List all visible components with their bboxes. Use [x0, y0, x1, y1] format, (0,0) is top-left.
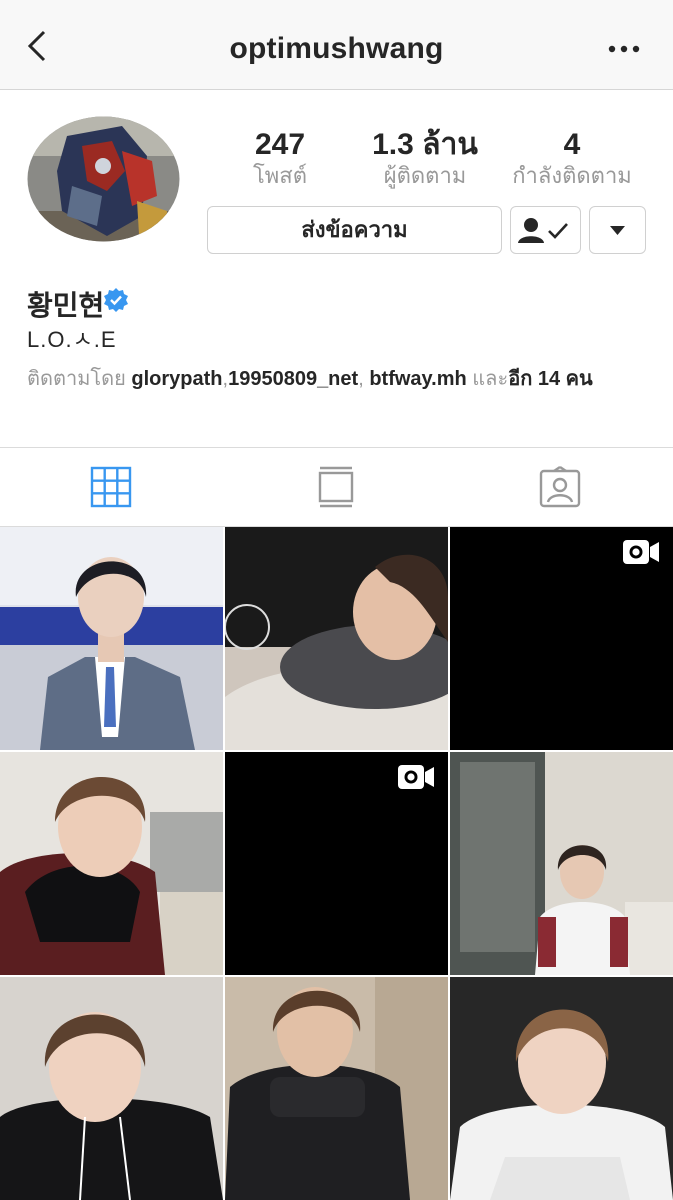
followers-label: ผู้ติดตาม: [383, 163, 467, 188]
video-icon: [398, 765, 434, 789]
post-thumbnail[interactable]: [225, 527, 448, 750]
followed-by-more-link[interactable]: อีก 14 คน: [508, 368, 593, 390]
grid-icon[interactable]: [89, 465, 133, 509]
suggested-dropdown-button[interactable]: [589, 206, 646, 254]
post-thumbnail[interactable]: [450, 977, 673, 1200]
feed-icon[interactable]: [314, 465, 358, 509]
separator: ,: [358, 368, 370, 390]
posts-stat: 247 โพสต์: [232, 128, 328, 190]
profile-tabs: [0, 447, 673, 527]
posts-count: 247: [254, 128, 306, 161]
post-thumbnail[interactable]: [0, 527, 223, 750]
post-thumbnail[interactable]: [0, 977, 223, 1200]
post-thumbnail[interactable]: [225, 977, 448, 1200]
following-count: 4: [563, 128, 581, 161]
post-thumbnail-video[interactable]: [450, 527, 673, 750]
avatar[interactable]: [27, 116, 180, 242]
following-label: กำลังติดตาม: [512, 163, 632, 188]
follower-link-btfway-mh[interactable]: btfway.mh: [369, 368, 466, 390]
followers-stat[interactable]: 1.3 ล้าน ผู้ติดตาม: [360, 128, 490, 190]
following-button[interactable]: [510, 206, 581, 254]
more-dots-icon[interactable]: [604, 34, 644, 64]
video-icon: [623, 540, 659, 564]
follower-link-glorypath[interactable]: glorypath: [131, 368, 222, 390]
person-check-icon: [518, 218, 568, 243]
followed-by-and: และ: [466, 368, 509, 390]
top-bar: optimushwang: [0, 0, 673, 90]
following-stat[interactable]: 4 กำลังติดตาม: [508, 128, 636, 190]
profile-bio: L.O.ㅅ.E: [27, 327, 117, 352]
post-thumbnail-video[interactable]: [225, 752, 448, 975]
followed-by-text: ติดตามโดย glorypath,19950809_net, btfway…: [27, 365, 647, 393]
posts-grid: [0, 527, 673, 1200]
follower-link-19950809-net[interactable]: 19950809_net: [228, 368, 358, 390]
page-title: optimushwang: [229, 32, 444, 65]
followers-count: 1.3 ล้าน: [372, 128, 478, 161]
message-button[interactable]: ส่งข้อความ: [207, 206, 502, 254]
tagged-icon[interactable]: [538, 465, 582, 509]
caret-down-icon: [610, 226, 625, 235]
post-thumbnail[interactable]: [450, 752, 673, 975]
posts-label: โพสต์: [252, 163, 308, 188]
followed-by-prefix: ติดตามโดย: [27, 368, 132, 390]
verified-badge-icon: [104, 288, 128, 312]
profile-name: 황민현: [27, 290, 105, 321]
post-thumbnail[interactable]: [0, 752, 223, 975]
